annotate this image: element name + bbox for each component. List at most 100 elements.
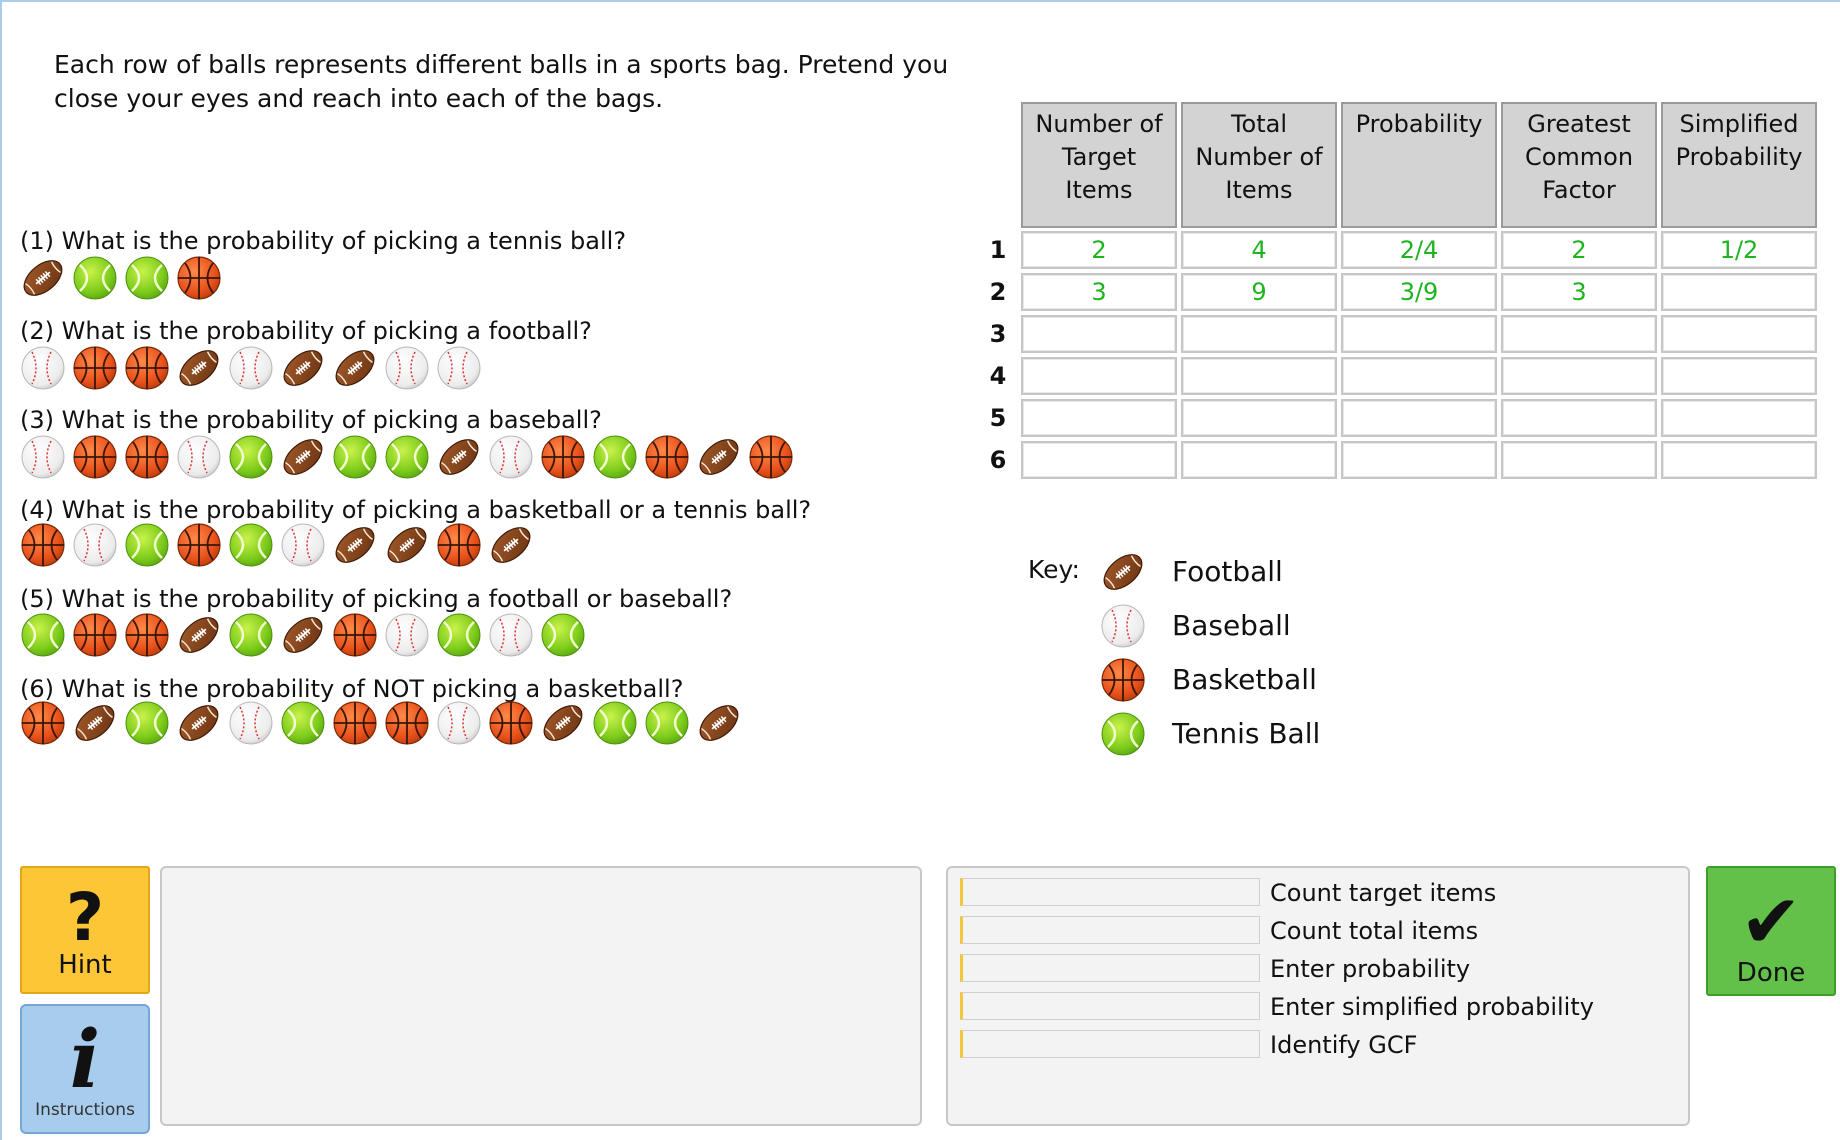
column-header-3: Probability: [1341, 102, 1497, 228]
ball-row-1: [20, 255, 228, 303]
basketball-icon: [176, 522, 222, 568]
table-input-cell[interactable]: [1181, 399, 1337, 437]
table-input-cell[interactable]: [1661, 273, 1817, 311]
football-icon: [436, 434, 482, 480]
question-1-text: (1) What is the probability of picking a…: [20, 227, 627, 255]
column-header-4: Greatest Common Factor: [1501, 102, 1657, 228]
table-input-cell[interactable]: 1/2: [1661, 231, 1817, 269]
table-input-cell[interactable]: [1501, 399, 1657, 437]
table-input-cell[interactable]: [1341, 357, 1497, 395]
basketball-icon: [124, 612, 170, 658]
column-header-line: Items: [1225, 176, 1293, 204]
done-button[interactable]: ✔ Done: [1706, 866, 1836, 996]
baseball-icon: [1100, 603, 1146, 649]
table-input-cell[interactable]: [1341, 315, 1497, 353]
row-number-2: 2: [989, 278, 1007, 306]
progress-step-label: Identify GCF: [1270, 1031, 1418, 1059]
question-mark-icon: ?: [65, 879, 105, 956]
football-icon: [332, 345, 378, 391]
basketball-icon: [436, 522, 482, 568]
baseball-icon: [488, 612, 534, 658]
table-input-cell[interactable]: [1021, 315, 1177, 353]
football-icon: [176, 700, 222, 746]
table-input-cell[interactable]: [1341, 441, 1497, 479]
ball-row-5: [20, 612, 592, 660]
basketball-icon: [1100, 657, 1146, 703]
window-top-border: [0, 0, 1840, 2]
column-header-line: Items: [1065, 176, 1133, 204]
table-input-cell[interactable]: 3/9: [1341, 273, 1497, 311]
checkmark-icon: ✔: [1739, 879, 1802, 965]
key-item-label: Baseball: [1172, 609, 1291, 642]
basketball-icon: [72, 434, 118, 480]
tennis-icon: [1100, 711, 1146, 757]
table-input-cell[interactable]: [1341, 399, 1497, 437]
progress-bar: [960, 1030, 1260, 1058]
tennis-icon: [592, 434, 638, 480]
table-input-cell[interactable]: 3: [1501, 273, 1657, 311]
football-icon: [1100, 549, 1146, 595]
table-input-cell[interactable]: 2: [1501, 231, 1657, 269]
row-number-1: 1: [989, 236, 1007, 264]
instructions-button[interactable]: i Instructions: [20, 1004, 150, 1134]
table-input-cell[interactable]: [1181, 357, 1337, 395]
hint-label: Hint: [58, 950, 112, 980]
column-header-line: Number of: [1195, 143, 1323, 171]
table-input-cell[interactable]: [1181, 315, 1337, 353]
column-header-line: Total: [1230, 110, 1288, 138]
progress-step-label: Count total items: [1270, 917, 1479, 945]
baseball-icon: [228, 345, 274, 391]
progress-bar: [960, 954, 1260, 982]
football-icon: [488, 522, 534, 568]
tennis-icon: [20, 612, 66, 658]
tennis-icon: [280, 700, 326, 746]
table-input-cell[interactable]: [1181, 441, 1337, 479]
row-number-6: 6: [989, 446, 1007, 474]
tennis-icon: [124, 522, 170, 568]
tennis-icon: [72, 255, 118, 301]
row-number-3: 3: [989, 320, 1007, 348]
basketball-icon: [332, 700, 378, 746]
table-input-cell[interactable]: [1021, 441, 1177, 479]
baseball-icon: [384, 612, 430, 658]
question-3-text: (3) What is the probability of picking a…: [20, 406, 602, 434]
column-header-line: Probability: [1355, 110, 1483, 138]
football-icon: [332, 522, 378, 568]
tennis-icon: [228, 612, 274, 658]
football-icon: [72, 700, 118, 746]
column-header-line: Target: [1061, 143, 1137, 171]
column-header-line: Probability: [1675, 143, 1803, 171]
progress-step-label: Count target items: [1270, 879, 1497, 907]
table-input-cell[interactable]: 9: [1181, 273, 1337, 311]
basketball-icon: [384, 700, 430, 746]
table-input-cell[interactable]: 3: [1021, 273, 1177, 311]
basketball-icon: [488, 700, 534, 746]
basketball-icon: [644, 434, 690, 480]
table-input-cell[interactable]: [1661, 315, 1817, 353]
key-label: Key:: [1028, 555, 1080, 584]
football-icon: [280, 434, 326, 480]
football-icon: [176, 612, 222, 658]
instructions-label: Instructions: [35, 1100, 135, 1120]
table-input-cell[interactable]: [1501, 441, 1657, 479]
column-header-2: Total Number of Items: [1181, 102, 1337, 228]
question-2-text: (2) What is the probability of picking a…: [20, 317, 592, 345]
table-input-cell[interactable]: [1661, 441, 1817, 479]
table-input-cell[interactable]: [1661, 399, 1817, 437]
table-input-cell[interactable]: [1501, 315, 1657, 353]
table-input-cell[interactable]: [1021, 399, 1177, 437]
tennis-icon: [436, 612, 482, 658]
hint-button[interactable]: ? Hint: [20, 866, 150, 994]
table-input-cell[interactable]: [1661, 357, 1817, 395]
table-input-cell[interactable]: 2/4: [1341, 231, 1497, 269]
progress-checklist: Count target items Count total items Enter…: [946, 866, 1690, 1126]
tennis-icon: [592, 700, 638, 746]
basketball-icon: [748, 434, 794, 480]
table-input-cell[interactable]: [1501, 357, 1657, 395]
key-item-label: Football: [1172, 555, 1283, 588]
football-icon: [280, 612, 326, 658]
ball-row-6: [20, 700, 748, 748]
table-input-cell[interactable]: 4: [1181, 231, 1337, 269]
table-input-cell[interactable]: [1021, 357, 1177, 395]
table-input-cell[interactable]: 2: [1021, 231, 1177, 269]
